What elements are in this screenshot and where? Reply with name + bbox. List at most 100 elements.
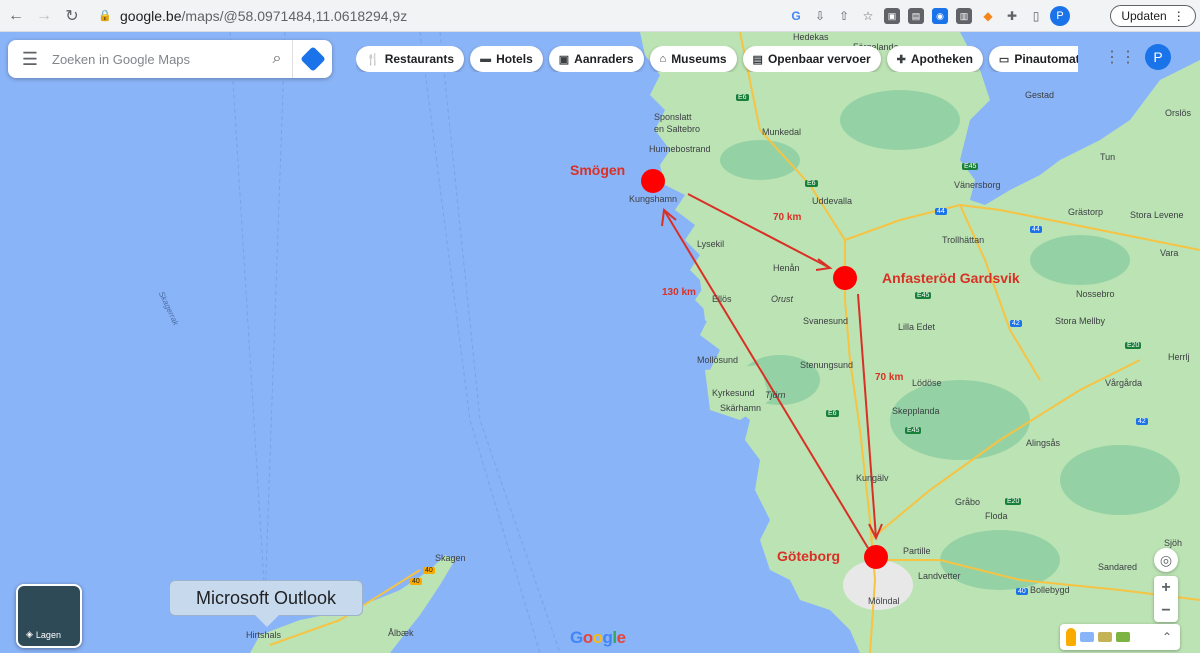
layers-button[interactable]: ◈ Lagen [16, 584, 82, 648]
place-label: Vänersborg [954, 180, 1001, 190]
place-label: Ålbæk [388, 628, 414, 638]
update-label: Updaten [1121, 9, 1167, 23]
extension-2-icon[interactable]: ▤ [908, 8, 924, 24]
road-shield-e6: E6 [736, 94, 749, 101]
place-label: Hedekas [793, 32, 829, 42]
place-label: Orust [771, 294, 794, 304]
expand-icon[interactable]: ⌃ [1162, 630, 1172, 644]
chip-museums[interactable]: ⌂ Museums [649, 46, 737, 72]
browser-profile-avatar[interactable]: P [1050, 6, 1070, 26]
update-button[interactable]: Updaten ⋮ [1110, 5, 1196, 27]
chip-hotels[interactable]: ▬ Hotels [470, 46, 543, 72]
road-shield-44: 44 [1030, 226, 1042, 233]
apps-grid-icon[interactable]: ⋮⋮ [1104, 47, 1136, 67]
zoom-out-icon[interactable]: − [1161, 602, 1170, 620]
directions-icon[interactable] [292, 40, 332, 78]
search-input[interactable]: Zoeken in Google Maps [52, 52, 262, 67]
chip-atm[interactable]: ▭ Pinautomate [988, 46, 1078, 72]
place-label: Vårgårda [1105, 378, 1143, 388]
road-shield-42: 42 [1010, 320, 1022, 327]
address-bar[interactable]: 🔒 google.be/maps/@58.0971484,11.0618294,… [90, 4, 890, 28]
back-icon[interactable]: ← [4, 4, 28, 28]
place-label: Henån [773, 263, 800, 273]
extension-icons: G ⇩ ⇧ ☆ ▣ ▤ ◉ ▥ ◆ ✚ ▯ P [786, 6, 1070, 26]
bookmark-star-icon[interactable]: ☆ [858, 6, 878, 26]
bed-icon: ▬ [480, 53, 492, 65]
chip-label: Restaurants [384, 52, 455, 66]
layers-label: Lagen [35, 629, 61, 640]
chip-pharmacies[interactable]: ✚ Apotheken [886, 46, 983, 72]
reload-icon[interactable]: ↻ [60, 4, 84, 28]
terrain-thumb-icon[interactable] [1098, 632, 1112, 642]
place-label: Sandared [1098, 562, 1138, 572]
road-shield-44: 44 [935, 208, 947, 215]
marker-goteborg [864, 545, 888, 569]
zoom-in-icon[interactable]: + [1161, 579, 1170, 597]
road-shield-40-dk: 40 [410, 578, 422, 585]
chip-transit[interactable]: ▤ Openbaar vervoer [742, 46, 881, 72]
place-label: Alingsås [1026, 438, 1061, 448]
install-icon[interactable]: ⇩ [810, 6, 830, 26]
road-shield-e20: E20 [1125, 342, 1142, 349]
place-label: Hunnebostrand [649, 144, 711, 154]
place-label: Hirtshals [246, 630, 282, 640]
annotation-smogen: Smögen [570, 162, 626, 178]
place-label: Stora Mellby [1055, 316, 1106, 326]
extension-3-icon[interactable]: ◉ [932, 8, 948, 24]
pegman-icon[interactable] [1066, 628, 1076, 646]
marker-smogen [641, 169, 665, 193]
place-label: Gestad [1025, 90, 1055, 100]
account-avatar[interactable]: P [1145, 44, 1171, 70]
place-label: Skepplanda [892, 406, 940, 416]
search-icon[interactable]: ⌕ [262, 50, 292, 68]
chip-aanraders[interactable]: ▣ Aanraders [548, 46, 644, 72]
place-label: Mölndal [868, 596, 900, 606]
place-label: Sjöh [1164, 538, 1183, 548]
annotation-goteborg: Göteborg [777, 548, 840, 564]
puzzle-icon[interactable]: ✚ [1002, 6, 1022, 26]
road-shield-e45: E45 [905, 427, 922, 434]
road-shield-40-dk: 40 [423, 567, 435, 574]
place-label: Bollebygd [1030, 585, 1070, 595]
road-shield-e20: E20 [1005, 498, 1022, 505]
place-label: Vara [1160, 248, 1179, 258]
chip-label: Museums [671, 52, 727, 66]
map-canvas[interactable]: E6 E6 E45 44 44 E45 42 E20 E6 E45 42 E20… [0, 32, 1200, 653]
museum-icon: ⌂ [659, 53, 667, 65]
place-label: Kyrkesund [712, 388, 755, 398]
extension-4-icon[interactable]: ▥ [956, 8, 972, 24]
pharmacy-icon: ✚ [896, 53, 906, 66]
my-location-icon[interactable]: ◎ [1154, 548, 1178, 572]
place-label: Lysekil [697, 239, 725, 249]
place-label: Nossebro [1076, 289, 1115, 299]
satellite-thumb-icon[interactable] [1080, 632, 1094, 642]
tooltip: Microsoft Outlook [169, 580, 363, 616]
lock-icon: 🔒 [98, 10, 112, 22]
chip-label: Aanraders [574, 52, 634, 66]
extension-1-icon[interactable]: ▣ [884, 8, 900, 24]
more-vert-icon: ⋮ [1172, 9, 1185, 23]
forward-icon[interactable]: → [32, 4, 56, 28]
layers-icon: ◈ [26, 629, 33, 639]
map-thumb-icon[interactable] [1116, 632, 1130, 642]
annotation-distance: 70 km [773, 212, 802, 223]
place-label: Kungälv [856, 473, 889, 483]
road-shield-e45: E45 [915, 292, 932, 299]
annotation-distance: 130 km [662, 287, 696, 298]
place-label: Skärhamn [720, 403, 762, 413]
chip-restaurants[interactable]: 🍴 Restaurants [356, 46, 465, 72]
place-label: Lödöse [912, 378, 942, 388]
share-icon[interactable]: ⇧ [834, 6, 854, 26]
metamask-icon[interactable]: ◆ [978, 6, 998, 26]
chip-label: Apotheken [910, 52, 973, 66]
google-icon[interactable]: G [786, 6, 806, 26]
chip-label: Openbaar vervoer [767, 52, 871, 66]
place-label: Stora Levene [1130, 210, 1184, 220]
category-chips: 🍴 Restaurants ▬ Hotels ▣ Aanraders ⌂ Museums… [356, 46, 1078, 72]
menu-icon[interactable]: ☰ [8, 40, 52, 78]
place-label: Herrlj [1168, 352, 1190, 362]
sidepanel-icon[interactable]: ▯ [1026, 6, 1046, 26]
place-label: Trollhättan [942, 235, 985, 245]
place-label: Kungshamn [629, 194, 678, 204]
road-shield-40: 40 [1016, 588, 1028, 595]
